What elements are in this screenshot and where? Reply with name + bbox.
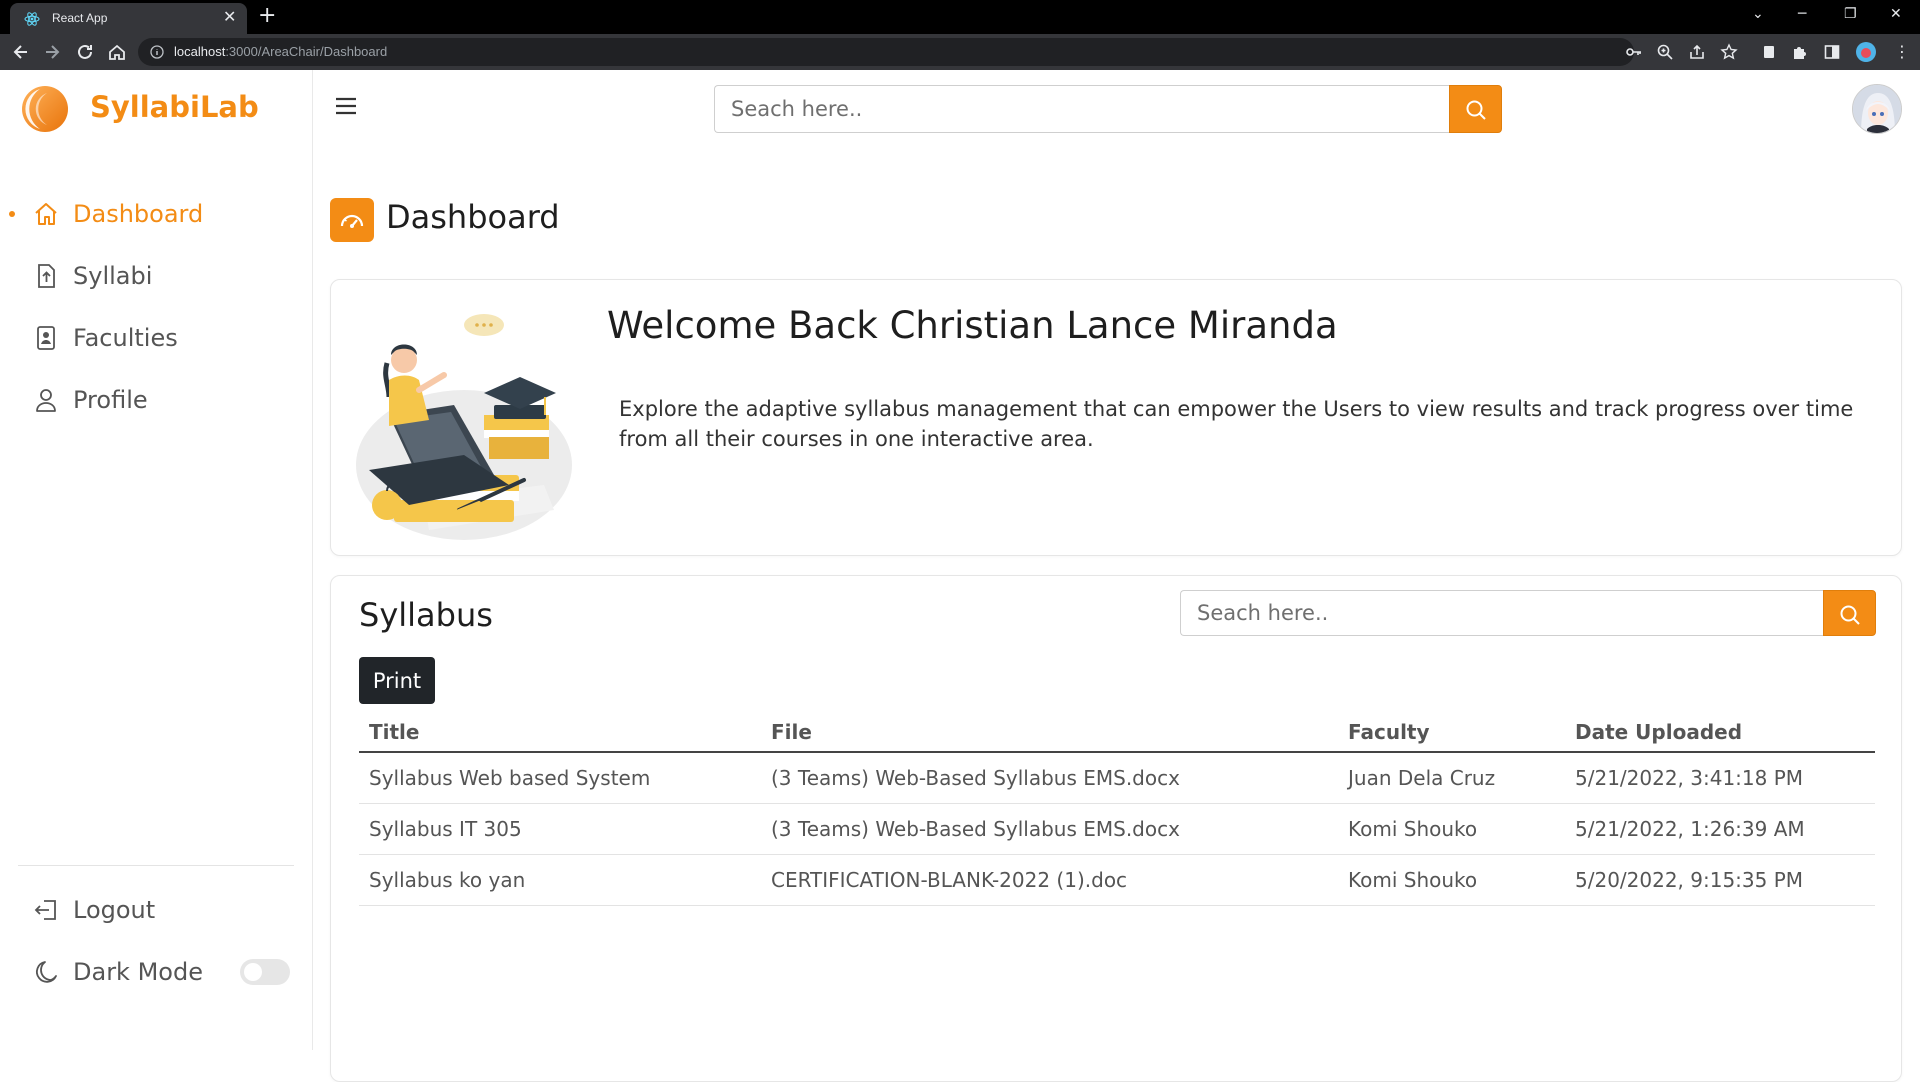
- syllabus-search-button[interactable]: [1823, 590, 1876, 636]
- extension-translate-icon[interactable]: [1760, 43, 1778, 61]
- id-badge-icon: [37, 326, 55, 350]
- sidebar-item-faculties[interactable]: Faculties: [0, 316, 313, 360]
- cell-date-uploaded: 5/21/2022, 1:26:39 AM: [1565, 803, 1875, 855]
- zoom-icon[interactable]: [1656, 43, 1674, 61]
- syllabus-search-input[interactable]: [1180, 590, 1823, 636]
- sidebar-item-label: Syllabi: [73, 262, 153, 290]
- sidebar-divider: [18, 865, 294, 866]
- welcome-description: Explore the adaptive syllabus management…: [619, 397, 1854, 451]
- bookmark-star-icon[interactable]: [1720, 43, 1738, 61]
- print-button[interactable]: Print: [359, 657, 435, 704]
- syllabus-search: [1180, 590, 1876, 636]
- cell-faculty: Juan Dela Cruz: [1338, 752, 1565, 804]
- column-header-file[interactable]: File: [761, 712, 1338, 753]
- table-row[interactable]: Syllabus Web based System (3 Teams) Web-…: [359, 752, 1875, 804]
- header-search-button[interactable]: [1449, 85, 1502, 133]
- cell-faculty: Komi Shouko: [1338, 854, 1565, 906]
- sidebar-item-logout[interactable]: Logout: [0, 888, 313, 932]
- home-icon: [35, 203, 57, 225]
- search-icon: [1840, 605, 1860, 625]
- welcome-card: Welcome Back Christian Lance Miranda Exp…: [330, 279, 1902, 556]
- cell-file[interactable]: CERTIFICATION-BLANK-2022 (1).doc: [761, 854, 1338, 906]
- sidebar-item-label: Faculties: [73, 324, 178, 352]
- sidebar-item-label: Dashboard: [73, 200, 204, 228]
- syllabus-table: Title File Faculty Date Uploaded Syllabu…: [359, 712, 1875, 906]
- moon-icon: [36, 961, 57, 983]
- restore-icon[interactable]: ❐: [1844, 6, 1857, 22]
- close-window-icon[interactable]: ✕: [1890, 6, 1902, 22]
- cell-date-uploaded: 5/21/2022, 3:41:18 PM: [1565, 752, 1875, 804]
- back-icon[interactable]: [11, 42, 31, 62]
- home-browser-icon[interactable]: [107, 42, 127, 62]
- table-row[interactable]: Syllabus ko yan CERTIFICATION-BLANK-2022…: [359, 854, 1875, 906]
- cell-file[interactable]: (3 Teams) Web-Based Syllabus EMS.docx: [761, 752, 1338, 804]
- new-tab-icon[interactable]: +: [258, 5, 276, 27]
- user-avatar[interactable]: [1852, 84, 1902, 134]
- table-row[interactable]: Syllabus IT 305 (3 Teams) Web-Based Syll…: [359, 803, 1875, 855]
- cell-file[interactable]: (3 Teams) Web-Based Syllabus EMS.docx: [761, 803, 1338, 855]
- welcome-title: Welcome Back Christian Lance Miranda: [607, 304, 1338, 347]
- sidebar: SyllabiLab Dashboard Syllabi Faculties P…: [0, 70, 313, 1050]
- page-title: Dashboard: [386, 198, 560, 236]
- address-bar[interactable]: localhost:3000/AreaChair/Dashboard: [138, 38, 1634, 66]
- study-illustration: [356, 314, 572, 540]
- address-url: localhost:3000/AreaChair/Dashboard: [174, 44, 387, 59]
- tab-search-icon[interactable]: ⌄: [1752, 6, 1764, 22]
- search-icon: [1466, 100, 1486, 120]
- minimize-icon[interactable]: ─: [1798, 6, 1806, 22]
- info-icon[interactable]: [150, 45, 164, 59]
- column-header-title[interactable]: Title: [359, 712, 761, 753]
- browser-tab[interactable]: React App ✕: [10, 3, 247, 34]
- cell-title: Syllabus IT 305: [359, 803, 761, 855]
- key-icon[interactable]: [1625, 43, 1643, 61]
- syllabus-title: Syllabus: [359, 596, 493, 634]
- avatar-image: [1853, 85, 1901, 133]
- syllabus-card: Syllabus Print Title File Faculty Date U…: [330, 575, 1902, 1082]
- browser-menu-icon[interactable]: ⋮: [1894, 42, 1912, 61]
- toggle-knob: [244, 963, 262, 981]
- cell-faculty: Komi Shouko: [1338, 803, 1565, 855]
- header-search-input[interactable]: [714, 85, 1449, 133]
- cell-title: Syllabus Web based System: [359, 752, 761, 804]
- dark-mode-label: Dark Mode: [73, 958, 203, 986]
- sidebar-item-profile[interactable]: Profile: [0, 378, 313, 422]
- side-panel-icon[interactable]: [1823, 43, 1841, 61]
- sidebar-item-label: Profile: [73, 386, 148, 414]
- syllabilab-logo-icon: [22, 86, 68, 132]
- cell-title: Syllabus ko yan: [359, 854, 761, 906]
- app-root: SyllabiLab Dashboard Syllabi Faculties P…: [0, 70, 1920, 1082]
- forward-icon[interactable]: [42, 42, 62, 62]
- column-header-faculty[interactable]: Faculty: [1338, 712, 1565, 753]
- cell-date-uploaded: 5/20/2022, 9:15:35 PM: [1565, 854, 1875, 906]
- dark-mode-toggle[interactable]: [240, 959, 290, 985]
- active-indicator-dot: [9, 211, 15, 217]
- sidebar-item-dashboard[interactable]: Dashboard: [0, 192, 313, 236]
- browser-tab-title: React App: [52, 11, 108, 25]
- close-tab-icon[interactable]: ✕: [223, 9, 236, 25]
- share-icon[interactable]: [1688, 43, 1706, 61]
- url-path: :3000/AreaChair/Dashboard: [225, 44, 388, 59]
- table-header-row: Title File Faculty Date Uploaded: [359, 712, 1875, 753]
- extensions-puzzle-icon[interactable]: [1791, 43, 1809, 61]
- browser-tab-strip: React App ✕ + ⌄ ─ ❐ ✕: [0, 0, 1920, 34]
- reload-icon[interactable]: [75, 42, 95, 62]
- logout-icon: [34, 900, 56, 920]
- dashboard-gauge-icon: [330, 198, 374, 242]
- header-search: [714, 85, 1502, 133]
- hamburger-menu-icon[interactable]: [334, 94, 358, 118]
- user-icon: [36, 389, 56, 412]
- brand-name: SyllabiLab: [90, 90, 259, 124]
- logout-label: Logout: [73, 896, 156, 924]
- url-host: localhost: [174, 44, 226, 59]
- upload-file-icon: [38, 264, 55, 288]
- browser-profile-icon[interactable]: [1855, 41, 1877, 63]
- react-icon: [24, 12, 40, 26]
- browser-toolbar: localhost:3000/AreaChair/Dashboard ⋮: [0, 34, 1920, 70]
- sidebar-item-syllabi[interactable]: Syllabi: [0, 254, 313, 298]
- column-header-date-uploaded[interactable]: Date Uploaded: [1565, 712, 1875, 753]
